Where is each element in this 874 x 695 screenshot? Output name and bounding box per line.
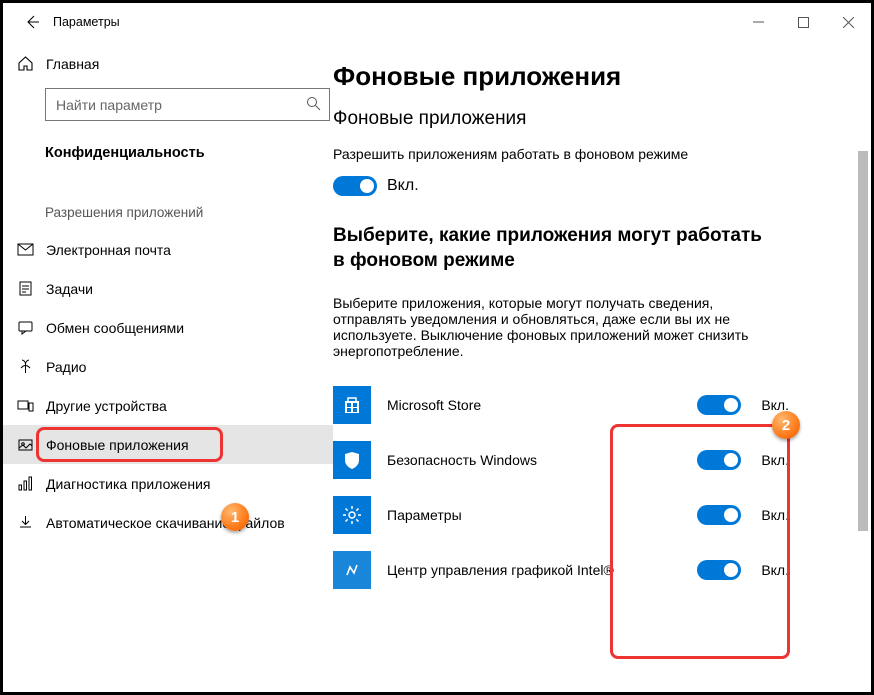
app-toggle-state: Вкл. [761, 452, 789, 468]
main-content: Фоновые приложения Фоновые приложения Ра… [333, 41, 871, 692]
windows-security-icon [333, 441, 371, 479]
app-name: Безопасность Windows [387, 452, 697, 468]
master-toggle-state: Вкл. [387, 177, 419, 195]
app-toggle[interactable] [697, 395, 741, 415]
app-name: Microsoft Store [387, 397, 697, 413]
sidebar-item-label: Обмен сообщениями [46, 320, 184, 336]
app-name: Центр управления графикой Intel® [387, 562, 697, 578]
sidebar-home-label: Главная [46, 56, 99, 72]
sidebar-category: Конфиденциальность [3, 135, 333, 181]
sidebar-item-label: Диагностика приложения [46, 476, 210, 492]
close-button[interactable] [826, 7, 871, 37]
sidebar-item-background-apps[interactable]: Фоновые приложения [3, 425, 333, 464]
search-placeholder: Найти параметр [56, 97, 162, 113]
annotation-badge-1: 1 [221, 503, 249, 531]
sidebar-item-label: Фоновые приложения [46, 437, 189, 453]
app-toggle[interactable] [697, 560, 741, 580]
sidebar: Главная Найти параметр Конфиденциальност… [3, 41, 333, 692]
sidebar-item-label: Электронная почта [46, 242, 171, 258]
app-toggle[interactable] [697, 505, 741, 525]
sidebar-item-label: Задачи [46, 281, 93, 297]
app-name: Параметры [387, 507, 697, 523]
settings-icon [333, 496, 371, 534]
sidebar-item-label: Радио [46, 359, 86, 375]
app-row: Центр управления графикой Intel® Вкл. [333, 542, 789, 597]
intel-graphics-icon [333, 551, 371, 589]
back-button[interactable] [15, 5, 49, 39]
sidebar-home[interactable]: Главная [3, 47, 333, 80]
app-row: Параметры Вкл. [333, 487, 789, 542]
annotation-badge-2: 2 [772, 411, 800, 439]
sidebar-item-email[interactable]: Электронная почта [3, 230, 333, 269]
section-subheading: Фоновые приложения [333, 108, 845, 130]
sidebar-item-messaging[interactable]: Обмен сообщениями [3, 308, 333, 347]
allow-description: Разрешить приложениям работать в фоновом… [333, 146, 763, 162]
microsoft-store-icon [333, 386, 371, 424]
sidebar-item-radio[interactable]: Радио [3, 347, 333, 386]
choose-description: Выберите приложения, которые могут получ… [333, 295, 773, 359]
sidebar-group: Разрешения приложений [3, 181, 333, 230]
sidebar-item-auto-download[interactable]: Автоматическое скачивание файлов [3, 503, 333, 542]
page-heading: Фоновые приложения [333, 61, 845, 92]
app-toggle[interactable] [697, 450, 741, 470]
sidebar-item-label: Другие устройства [46, 398, 167, 414]
search-input[interactable]: Найти параметр [45, 88, 330, 121]
app-row: Microsoft Store Вкл. [333, 377, 789, 432]
window-title: Параметры [53, 15, 120, 29]
master-toggle-row: Вкл. [333, 176, 845, 196]
scrollbar[interactable] [855, 101, 871, 681]
window-controls [736, 7, 871, 37]
app-toggle-state: Вкл. [761, 562, 789, 578]
titlebar: Параметры [3, 3, 871, 41]
sidebar-item-tasks[interactable]: Задачи [3, 269, 333, 308]
app-toggle-state: Вкл. [761, 507, 789, 523]
minimize-button[interactable] [736, 7, 781, 37]
sidebar-item-other-devices[interactable]: Другие устройства [3, 386, 333, 425]
master-toggle[interactable] [333, 176, 377, 196]
maximize-button[interactable] [781, 7, 826, 37]
app-row: Безопасность Windows Вкл. [333, 432, 789, 487]
choose-heading: Выберите, какие приложения могут работат… [333, 224, 763, 273]
scrollbar-thumb[interactable] [858, 151, 868, 531]
sidebar-item-diagnostics[interactable]: Диагностика приложения [3, 464, 333, 503]
search-icon [306, 96, 321, 114]
